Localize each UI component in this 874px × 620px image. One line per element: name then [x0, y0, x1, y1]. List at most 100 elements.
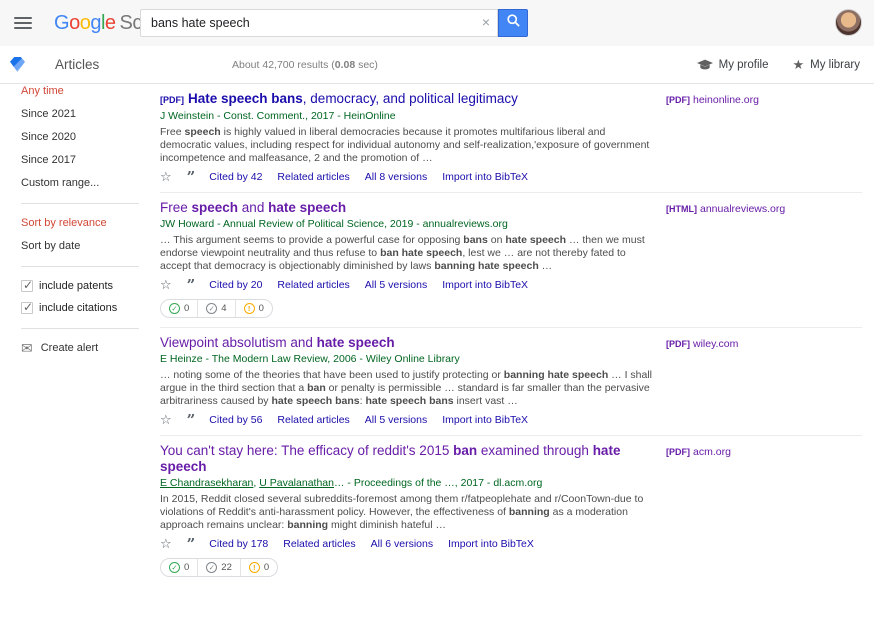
action-link-import-into-bibtex[interactable]: Import into BibTeX	[442, 414, 528, 426]
scholar-gem-icon[interactable]	[10, 57, 25, 72]
action-link-import-into-bibtex[interactable]: Import into BibTeX	[442, 171, 528, 183]
fulltext-domain: wiley.com	[693, 338, 738, 350]
filters-sidebar: Any time Since 2021 Since 2020 Since 2017 Cu…	[0, 85, 158, 354]
checkbox-include-patents[interactable]: include patents	[21, 280, 158, 292]
sort-sort-by-relevance[interactable]: Sort by relevance	[21, 217, 158, 229]
cite-quote-icon[interactable]: ”	[187, 281, 195, 289]
header-bar: GoogleScholar ×	[0, 0, 874, 46]
search-button[interactable]	[498, 9, 528, 37]
result-title-link[interactable]: Free speech and hate speech	[160, 200, 658, 216]
result-byline: E Heinze - The Modern Law Review, 2006 -…	[160, 353, 658, 366]
clear-search-icon[interactable]: ×	[482, 14, 490, 30]
result-snippet: In 2015, Reddit closed several subreddit…	[160, 493, 658, 532]
my-library-label: My library	[810, 59, 860, 71]
action-link-all-5-versions[interactable]: All 5 versions	[365, 279, 427, 291]
my-profile-link[interactable]: My profile	[697, 59, 769, 71]
result-title-link[interactable]: You can't stay here: The efficacy of red…	[160, 443, 658, 475]
sort-option-list: Sort by relevance Sort by date	[21, 217, 158, 252]
action-link-cited-by-20[interactable]: Cited by 20	[209, 279, 262, 291]
my-profile-label: My profile	[719, 59, 769, 71]
result-title-link[interactable]: [PDF]Hate speech bans, democracy, and po…	[160, 91, 658, 108]
results-list: [PDF]Hate speech bans, democracy, and po…	[160, 84, 862, 586]
filetype-tag: [PDF]	[666, 447, 690, 457]
google-wordmark: Google	[54, 12, 116, 34]
cite-quote-icon[interactable]: ”	[187, 540, 195, 548]
action-link-related-articles[interactable]: Related articles	[277, 171, 349, 183]
checkbox-label: include citations	[39, 302, 117, 314]
graduation-cap-icon	[697, 59, 713, 71]
scite-supporting-badge[interactable]: ✓0	[161, 559, 198, 576]
sort-sort-by-date[interactable]: Sort by date	[21, 240, 158, 252]
action-link-cited-by-56[interactable]: Cited by 56	[209, 414, 262, 426]
result-snippet: … This argument seems to provide a power…	[160, 234, 658, 273]
action-link-related-articles[interactable]: Related articles	[277, 279, 349, 291]
search-icon	[506, 13, 521, 33]
save-star-icon[interactable]: ☆	[160, 171, 172, 183]
checkbox-include-citations[interactable]: include citations	[21, 302, 158, 314]
filter-custom-range-[interactable]: Custom range...	[21, 177, 158, 189]
menu-icon[interactable]	[14, 17, 32, 29]
save-star-icon[interactable]: ☆	[160, 414, 172, 426]
filetype-tag: [PDF]	[666, 95, 690, 105]
scite-mentioning-badge[interactable]: ✓4	[198, 300, 235, 317]
fulltext-domain: acm.org	[693, 446, 731, 458]
results-toolbar: Articles About 42,700 results (0.08 sec)…	[0, 46, 874, 84]
badge-count: 22	[221, 562, 232, 573]
checkbox-box[interactable]	[21, 302, 33, 314]
results-stats: About 42,700 results (0.08 sec)	[232, 59, 378, 71]
avatar[interactable]	[835, 9, 862, 36]
action-link-import-into-bibtex[interactable]: Import into BibTeX	[442, 279, 528, 291]
create-alert-label: Create alert	[41, 342, 98, 354]
result-byline: J Weinstein - Const. Comment., 2017 - He…	[160, 110, 658, 123]
filter-since-2017[interactable]: Since 2017	[21, 154, 158, 166]
supporting-icon: ✓	[169, 562, 180, 573]
contrasting-icon: !	[249, 562, 260, 573]
time-filter-list: Any time Since 2021 Since 2020 Since 2017 Cu…	[21, 85, 158, 189]
include-checkbox-list: include patents include citations	[21, 280, 158, 314]
sidebar-divider	[21, 203, 139, 204]
filter-since-2021[interactable]: Since 2021	[21, 108, 158, 120]
fulltext-side-link[interactable]: [PDF]acm.org	[666, 446, 731, 458]
scite-badge-pill[interactable]: ✓0✓22!0	[160, 558, 278, 577]
result-actions-row: ☆ ” Cited by 20 Related articles All 5 ver…	[160, 279, 658, 291]
action-link-import-into-bibtex[interactable]: Import into BibTeX	[448, 538, 534, 550]
scite-contrasting-badge[interactable]: !0	[236, 300, 272, 317]
action-link-cited-by-42[interactable]: Cited by 42	[209, 171, 262, 183]
action-link-cited-by-178[interactable]: Cited by 178	[209, 538, 268, 550]
action-link-all-8-versions[interactable]: All 8 versions	[365, 171, 427, 183]
checkbox-label: include patents	[39, 280, 113, 292]
action-link-related-articles[interactable]: Related articles	[277, 414, 349, 426]
scite-contrasting-badge[interactable]: !0	[241, 559, 277, 576]
filter-since-2020[interactable]: Since 2020	[21, 131, 158, 143]
action-link-all-5-versions[interactable]: All 5 versions	[365, 414, 427, 426]
filetype-tag: [PDF]	[160, 95, 184, 105]
result-actions-row: ☆ ” Cited by 56 Related articles All 5 ver…	[160, 414, 658, 426]
filter-any-time[interactable]: Any time	[21, 85, 158, 97]
create-alert-button[interactable]: ✉ Create alert	[21, 342, 158, 354]
cite-quote-icon[interactable]: ”	[187, 416, 195, 424]
scite-supporting-badge[interactable]: ✓0	[161, 300, 198, 317]
envelope-icon: ✉	[21, 343, 33, 353]
search-result: You can't stay here: The efficacy of red…	[160, 436, 862, 586]
library-star-icon: ★	[793, 57, 805, 73]
badge-count: 4	[221, 303, 226, 314]
fulltext-side-link[interactable]: [HTML]annualreviews.org	[666, 203, 785, 215]
save-star-icon[interactable]: ☆	[160, 538, 172, 550]
checkbox-box[interactable]	[21, 280, 33, 292]
search-result: [PDF]Hate speech bans, democracy, and po…	[160, 84, 862, 193]
section-label-articles: Articles	[55, 57, 99, 72]
scite-badge-pill[interactable]: ✓0✓4!0	[160, 299, 273, 318]
my-library-link[interactable]: ★ My library	[793, 57, 861, 73]
mentioning-icon: ✓	[206, 303, 217, 314]
result-title-link[interactable]: Viewpoint absolutism and hate speech	[160, 335, 658, 351]
cite-quote-icon[interactable]: ”	[187, 173, 195, 181]
fulltext-domain: annualreviews.org	[700, 203, 785, 215]
result-actions-row: ☆ ” Cited by 178 Related articles All 6 ve…	[160, 538, 658, 550]
scite-mentioning-badge[interactable]: ✓22	[198, 559, 241, 576]
action-link-related-articles[interactable]: Related articles	[283, 538, 355, 550]
search-input[interactable]	[140, 9, 498, 37]
action-link-all-6-versions[interactable]: All 6 versions	[371, 538, 433, 550]
fulltext-side-link[interactable]: [PDF]wiley.com	[666, 338, 738, 350]
save-star-icon[interactable]: ☆	[160, 279, 172, 291]
fulltext-side-link[interactable]: [PDF]heinonline.org	[666, 94, 759, 106]
